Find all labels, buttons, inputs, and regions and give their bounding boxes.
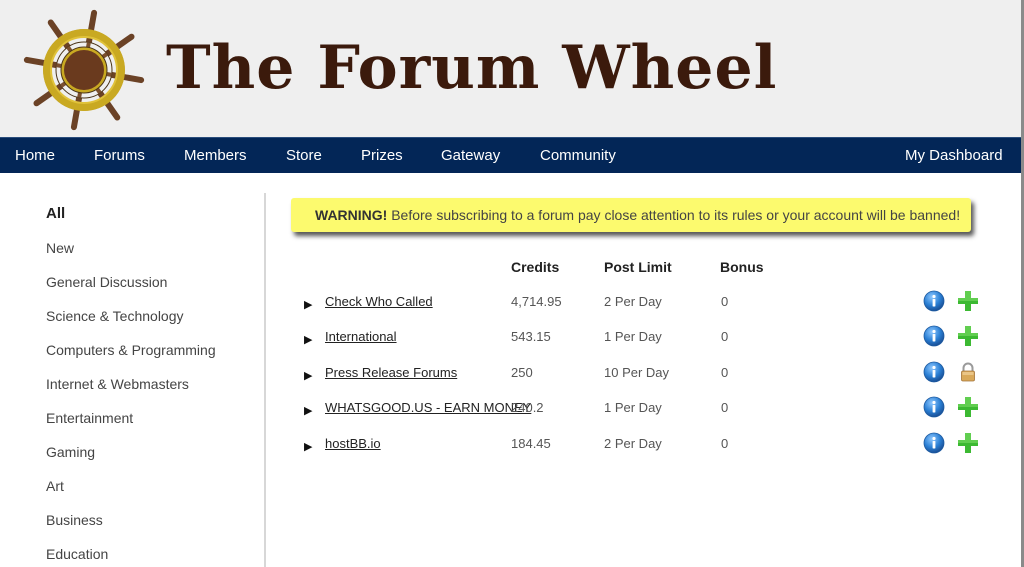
sidebar-item-business[interactable]: Business <box>46 512 103 528</box>
sidebar-item-art[interactable]: Art <box>46 478 64 494</box>
warning-text: Before subscribing to a forum pay close … <box>387 207 961 223</box>
forum-bonus: 0 <box>721 365 729 380</box>
forum-bonus: 0 <box>721 436 729 451</box>
column-header-post-limit: Post Limit <box>604 259 672 275</box>
forum-credits: 543.15 <box>511 329 551 344</box>
forum-post-limit: 10 Per Day <box>604 365 670 380</box>
nav-home[interactable]: Home <box>15 138 55 174</box>
main-nav: Home Forums Members Store Prizes Gateway… <box>0 137 1024 173</box>
forum-bonus: 0 <box>721 294 729 309</box>
forum-row: ▶ International 543.15 1 Per Day 0 <box>300 325 1000 353</box>
sidebar-item-general-discussion[interactable]: General Discussion <box>46 274 167 290</box>
forum-row: ▶ Check Who Called 4,714.95 2 Per Day 0 <box>300 290 1000 318</box>
ship-wheel-icon[interactable] <box>22 8 146 132</box>
forum-post-limit: 2 Per Day <box>604 436 662 451</box>
sidebar-item-entertainment[interactable]: Entertainment <box>46 410 133 426</box>
sidebar-item-science-technology[interactable]: Science & Technology <box>46 308 184 324</box>
info-icon[interactable] <box>923 396 945 418</box>
forum-post-limit: 1 Per Day <box>604 329 662 344</box>
forum-row: ▶ WHATSGOOD.US - EARN MONEY 240.2 1 Per … <box>300 396 1000 424</box>
nav-members[interactable]: Members <box>184 138 247 174</box>
forum-name-link[interactable]: International <box>325 329 397 344</box>
warning-label: WARNING! <box>315 207 388 223</box>
forum-bonus: 0 <box>721 329 729 344</box>
forum-credits: 250 <box>511 365 533 380</box>
site-header: The Forum Wheel <box>0 0 1024 137</box>
info-icon[interactable] <box>923 432 945 454</box>
sidebar-item-internet-webmasters[interactable]: Internet & Webmasters <box>46 376 189 392</box>
column-header-bonus: Bonus <box>720 259 764 275</box>
site-title[interactable]: The Forum Wheel <box>166 28 777 108</box>
forum-post-limit: 2 Per Day <box>604 294 662 309</box>
forum-post-limit: 1 Per Day <box>604 400 662 415</box>
forum-row: ▶ hostBB.io 184.45 2 Per Day 0 <box>300 432 1000 460</box>
sidebar-divider <box>264 193 266 567</box>
nav-gateway[interactable]: Gateway <box>441 138 500 174</box>
info-icon[interactable] <box>923 361 945 383</box>
nav-forums[interactable]: Forums <box>94 138 145 174</box>
sidebar-item-computers-programming[interactable]: Computers & Programming <box>46 342 216 358</box>
sidebar-item-new[interactable]: New <box>46 240 74 256</box>
forum-credits: 4,714.95 <box>511 294 562 309</box>
column-header-credits: Credits <box>511 259 560 275</box>
nav-my-dashboard[interactable]: My Dashboard <box>905 138 1003 174</box>
expand-arrow-icon[interactable]: ▶ <box>304 404 312 417</box>
expand-arrow-icon[interactable]: ▶ <box>304 440 312 453</box>
expand-arrow-icon[interactable]: ▶ <box>304 298 312 311</box>
expand-arrow-icon[interactable]: ▶ <box>304 369 312 382</box>
sidebar-item-gaming[interactable]: Gaming <box>46 444 95 460</box>
forum-credits: 240.2 <box>511 400 544 415</box>
category-sidebar: All New General Discussion Science & Tec… <box>0 173 264 567</box>
sidebar-item-education[interactable]: Education <box>46 546 108 562</box>
warning-banner: WARNING! Before subscribing to a forum p… <box>291 198 971 232</box>
forum-credits: 184.45 <box>511 436 551 451</box>
forum-name-link[interactable]: WHATSGOOD.US - EARN MONEY <box>325 400 531 415</box>
add-icon[interactable] <box>956 431 980 455</box>
expand-arrow-icon[interactable]: ▶ <box>304 333 312 346</box>
nav-community[interactable]: Community <box>540 138 616 174</box>
add-icon[interactable] <box>956 395 980 419</box>
forum-name-link[interactable]: Press Release Forums <box>325 365 457 380</box>
nav-store[interactable]: Store <box>286 138 322 174</box>
lock-icon[interactable] <box>956 360 980 384</box>
add-icon[interactable] <box>956 324 980 348</box>
sidebar-item-all[interactable]: All <box>46 205 65 222</box>
info-icon[interactable] <box>923 325 945 347</box>
forum-bonus: 0 <box>721 400 729 415</box>
forum-name-link[interactable]: Check Who Called <box>325 294 433 309</box>
info-icon[interactable] <box>923 290 945 312</box>
forum-row: ▶ Press Release Forums 250 10 Per Day 0 <box>300 361 1000 389</box>
nav-prizes[interactable]: Prizes <box>361 138 403 174</box>
forum-name-link[interactable]: hostBB.io <box>325 436 381 451</box>
add-icon[interactable] <box>956 289 980 313</box>
